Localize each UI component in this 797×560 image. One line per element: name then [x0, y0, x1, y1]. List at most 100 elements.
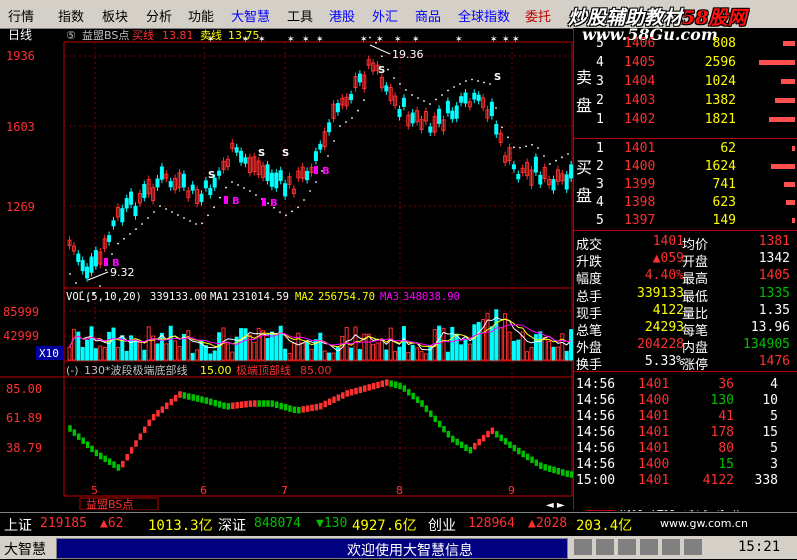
wave-bar [256, 399, 262, 408]
stat-row-5[interactable]: 现手 4122 量比 1.35 [574, 302, 797, 322]
sell-row-4[interactable]: 2 1403 1382 [574, 93, 797, 109]
candle-body [533, 156, 538, 173]
sell-volume: 1821 [704, 112, 736, 127]
wave-bar [248, 399, 253, 408]
sell-row-3[interactable]: 3 1404 1024 [574, 74, 797, 90]
wave-bar [177, 390, 183, 399]
stat-row-4[interactable]: 总手 339133 最低 1335 [574, 286, 797, 305]
tick-row-7[interactable]: 15:00 1401 4122 338 [574, 473, 797, 489]
stat-row-6[interactable]: 总笔 24293 每笔 13.96 [574, 320, 797, 339]
stat-row-7[interactable]: 外盘 204228 内盘 134905 [574, 337, 797, 356]
tick-row-2[interactable]: 14:56 1400 130 10 [574, 393, 797, 409]
tray-icon-4[interactable] [640, 539, 658, 555]
volume-bar [283, 348, 288, 361]
volume-bar [428, 344, 433, 361]
tray-icon-2[interactable] [596, 539, 614, 555]
candle-body [208, 188, 213, 195]
buy-price: 1400 [624, 159, 656, 174]
trail-dot [267, 202, 269, 205]
menu-dzh[interactable]: 大智慧 [231, 6, 270, 25]
trail-dot [291, 210, 293, 213]
menu-tools[interactable]: 工具 [287, 6, 313, 25]
menu-trade[interactable]: 委托 [525, 6, 551, 25]
buy-row-5[interactable]: 5 1397 149 [574, 213, 797, 229]
tick-time: 15:00 [576, 473, 616, 488]
candle-body [397, 109, 402, 117]
stat-row-8[interactable]: 换手 5.33% 涨停 1476 [574, 354, 797, 373]
wave-bar [199, 395, 205, 404]
menu-quotes[interactable]: 行情 [8, 6, 34, 25]
wave-bar [384, 378, 390, 387]
stat-value: 1401 [652, 234, 684, 249]
menu-sector[interactable]: 板块 [102, 6, 128, 25]
ma3-label: MA3 [380, 291, 399, 303]
star-marker: ✶ [302, 35, 310, 45]
volume-bar [560, 333, 565, 361]
stat-row-2[interactable]: 升跌 ▲059 开盘 1342 [574, 251, 797, 270]
volume-bar [137, 341, 142, 361]
menu-index[interactable]: 指数 [58, 6, 84, 25]
menu-analysis[interactable]: 分析 [146, 6, 172, 25]
chart-area[interactable]: BB BBSS SSS ✶ ✶ ✶ ✶ ✶ ✶ ✶ ✶ ✶ ✶ ✶ ✶ ✶ ✶ 19.36 9.32 1936… [0, 28, 573, 510]
cy-label[interactable]: 创业 [428, 515, 456, 535]
buy-row-3[interactable]: 3 1399 741 [574, 177, 797, 193]
tick-row-5[interactable]: 14:56 1401 80 5 [574, 441, 797, 457]
volume-bar [318, 332, 323, 361]
tray-icon-6[interactable] [684, 539, 702, 555]
candle-body [190, 184, 195, 191]
sell-row-1[interactable]: 5 1406 808 [574, 36, 797, 52]
stat-value: 4122 [652, 302, 684, 318]
tray-icon-1[interactable] [574, 539, 592, 555]
tick-row-3[interactable]: 14:56 1401 41 5 [574, 409, 797, 425]
menu-commodities[interactable]: 商品 [415, 6, 441, 25]
y-tick-1603: 1603 [6, 120, 35, 134]
buy-row-4[interactable]: 4 1398 623 [574, 195, 797, 211]
buy-row-1[interactable]: 1 1401 62 [574, 141, 797, 157]
tick-row-4[interactable]: 14:56 1401 178 15 [574, 425, 797, 441]
candle-body [538, 174, 543, 185]
menu-hk-stocks[interactable]: 港股 [329, 6, 355, 25]
menu-functions[interactable]: 功能 [188, 6, 214, 25]
buy-depth-bar [786, 200, 795, 205]
wave-bar [283, 403, 288, 412]
candle-body [85, 266, 90, 279]
wave-bar [133, 439, 139, 448]
stat-value: 1342 [758, 251, 790, 267]
buy-row-2[interactable]: 2 1400 1624 [574, 159, 797, 175]
volume-bar [146, 326, 151, 361]
trail-dot [165, 208, 167, 210]
candle-body [142, 183, 147, 198]
trail-dot [357, 109, 359, 112]
volume-bar [384, 349, 389, 361]
star-marker: ✶ [455, 35, 463, 45]
scroll-arrows[interactable]: ◄ ► [546, 500, 565, 510]
sell-line-label: 卖线 [200, 28, 222, 42]
tick-row-1[interactable]: 14:56 1401 36 4 [574, 377, 797, 393]
menu-forex[interactable]: 外汇 [372, 6, 398, 25]
menu-global-index[interactable]: 全球指数 [458, 6, 510, 25]
sh-label[interactable]: 上证 [4, 515, 32, 535]
volume-bar [80, 346, 85, 361]
trail-dot [147, 217, 149, 219]
wave-bar [393, 381, 398, 389]
tray-icon-5[interactable] [662, 539, 680, 555]
sell-signal-label: S [378, 65, 385, 76]
trail-dot [465, 80, 467, 82]
wave-bar [358, 386, 363, 394]
wave-bar [182, 391, 187, 400]
sell-row-5[interactable]: 1 1402 1821 [574, 112, 797, 128]
indicator-name[interactable]: 益盟BS点 [82, 28, 129, 42]
volume-bar [274, 333, 279, 361]
sz-label[interactable]: 深证 [218, 515, 246, 535]
site-url[interactable]: www.gw.com.cn [660, 517, 748, 530]
tab-bs-indicator[interactable]: 益盟BS点 [86, 497, 133, 510]
tick-volume: 4122 [702, 473, 734, 488]
tick-row-6[interactable]: 14:56 1400 15 3 [574, 457, 797, 473]
x-tick-7: 7 [281, 484, 288, 497]
stat-row-1[interactable]: 成交 1401 均价 1381 [574, 234, 797, 253]
candle-body [454, 105, 459, 119]
trail-dot [327, 155, 329, 157]
stat-row-3[interactable]: 幅度 4.40% 最高 1405 [574, 268, 797, 287]
tray-icon-3[interactable] [618, 539, 636, 555]
candle-body [516, 173, 521, 180]
